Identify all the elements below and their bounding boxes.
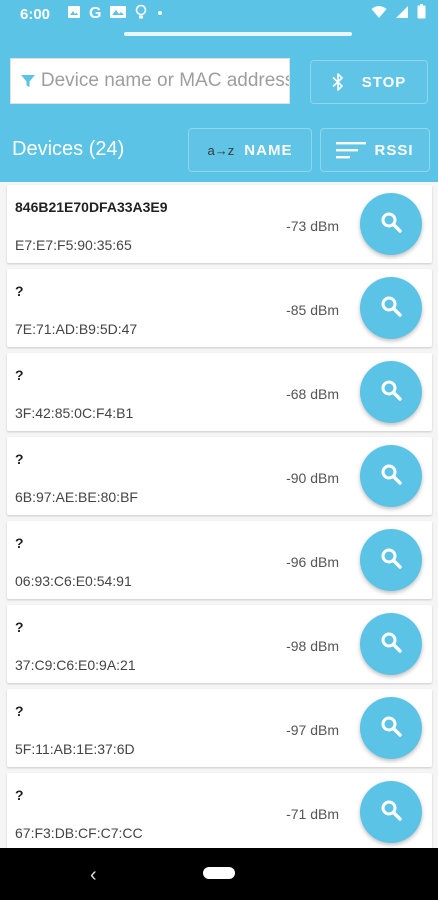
device-card[interactable]: ? 3F:42:85:0C:F4:B1 -68 dBm bbox=[7, 353, 432, 431]
back-icon[interactable]: ‹ bbox=[90, 864, 97, 887]
sort-alpha-icon: a→z bbox=[207, 142, 235, 158]
wifi-icon bbox=[371, 5, 387, 24]
inspect-device-button[interactable] bbox=[360, 445, 422, 507]
gallery-icon bbox=[109, 5, 127, 24]
device-name: ? bbox=[15, 535, 24, 551]
stop-scan-button[interactable]: STOP bbox=[310, 60, 428, 104]
device-mac: 06:93:C6:E0:54:91 bbox=[15, 573, 132, 589]
inspect-device-button[interactable] bbox=[360, 193, 422, 255]
device-name: ? bbox=[15, 703, 24, 719]
device-mac: 6B:97:AE:BE:80:BF bbox=[15, 489, 138, 505]
search-icon bbox=[380, 715, 402, 742]
device-name: 846B21E70DFA33A3E9 bbox=[15, 199, 168, 215]
status-icons-left: G bbox=[67, 4, 165, 25]
device-rssi: -85 dBm bbox=[286, 302, 339, 318]
device-mac: 37:C9:C6:E0:9A:21 bbox=[15, 657, 136, 673]
app-bar: STOP Devices (24) a→z NAME RSSI bbox=[0, 30, 438, 182]
device-rssi: -97 dBm bbox=[286, 722, 339, 738]
bluetooth-icon bbox=[332, 72, 344, 92]
device-card[interactable]: 846B21E70DFA33A3E9 E7:E7:F5:90:35:65 -73… bbox=[7, 185, 432, 263]
search-icon bbox=[380, 211, 402, 238]
device-name: ? bbox=[15, 451, 24, 467]
stop-label: STOP bbox=[361, 73, 407, 91]
signal-icon bbox=[395, 5, 409, 24]
device-card[interactable]: ? 6B:97:AE:BE:80:BF -90 dBm bbox=[7, 437, 432, 515]
search-icon bbox=[380, 463, 402, 490]
sort-lines-icon bbox=[336, 140, 367, 160]
home-pill[interactable] bbox=[203, 867, 235, 879]
search-icon bbox=[380, 295, 402, 322]
battery-icon bbox=[417, 4, 426, 24]
status-time: 6:00 bbox=[20, 6, 51, 23]
search-icon bbox=[380, 379, 402, 406]
filter-input[interactable] bbox=[40, 70, 289, 92]
device-name: ? bbox=[15, 283, 24, 299]
device-rssi: -90 dBm bbox=[286, 470, 339, 486]
inspect-device-button[interactable] bbox=[360, 361, 422, 423]
device-card[interactable]: ? 06:93:C6:E0:54:91 -96 dBm bbox=[7, 521, 432, 599]
device-name: ? bbox=[15, 787, 24, 803]
inspect-device-button[interactable] bbox=[360, 277, 422, 339]
sort-by-name-button[interactable]: a→z NAME bbox=[188, 128, 312, 172]
status-icons-right bbox=[371, 4, 426, 24]
search-icon bbox=[380, 631, 402, 658]
device-card[interactable]: ? 37:C9:C6:E0:9A:21 -98 dBm bbox=[7, 605, 432, 683]
device-rssi: -68 dBm bbox=[286, 386, 339, 402]
devices-count-label: Devices (24) bbox=[12, 138, 125, 160]
device-name: ? bbox=[15, 367, 24, 383]
device-card[interactable]: ? 5F:11:AB:1E:37:6D -97 dBm bbox=[7, 689, 432, 767]
google-icon: G bbox=[89, 5, 102, 22]
status-bar: 6:00 G bbox=[0, 0, 438, 30]
sort-by-rssi-button[interactable]: RSSI bbox=[320, 128, 430, 172]
bulb-icon bbox=[135, 4, 147, 25]
sort-name-label: NAME bbox=[244, 141, 293, 159]
system-nav-bar: ‹ bbox=[0, 848, 438, 900]
device-rssi: -96 dBm bbox=[286, 554, 339, 570]
inspect-device-button[interactable] bbox=[360, 529, 422, 591]
device-rssi: -98 dBm bbox=[286, 638, 339, 654]
inspect-device-button[interactable] bbox=[360, 781, 422, 843]
device-mac: 3F:42:85:0C:F4:B1 bbox=[15, 405, 134, 421]
device-mac: 7E:71:AD:B9:5D:47 bbox=[15, 321, 138, 337]
device-card[interactable]: ? 67:F3:DB:CF:C7:CC -71 dBm bbox=[7, 773, 432, 851]
device-mac: E7:E7:F5:90:35:65 bbox=[15, 237, 132, 253]
sort-rssi-label: RSSI bbox=[374, 141, 414, 159]
scan-progress-indicator bbox=[124, 32, 352, 36]
image-icon bbox=[67, 5, 81, 24]
search-icon bbox=[380, 799, 402, 826]
device-rssi: -73 dBm bbox=[286, 218, 339, 234]
inspect-device-button[interactable] bbox=[360, 613, 422, 675]
device-rssi: -71 dBm bbox=[286, 806, 339, 822]
inspect-device-button[interactable] bbox=[360, 697, 422, 759]
device-mac: 5F:11:AB:1E:37:6D bbox=[15, 741, 135, 757]
device-name: ? bbox=[15, 619, 24, 635]
dot-icon bbox=[155, 5, 165, 23]
device-card[interactable]: ? 7E:71:AD:B9:5D:47 -85 dBm bbox=[7, 269, 432, 347]
filter-box[interactable] bbox=[10, 58, 290, 104]
filter-icon bbox=[19, 72, 37, 90]
device-mac: 67:F3:DB:CF:C7:CC bbox=[15, 825, 143, 841]
search-icon bbox=[380, 547, 402, 574]
